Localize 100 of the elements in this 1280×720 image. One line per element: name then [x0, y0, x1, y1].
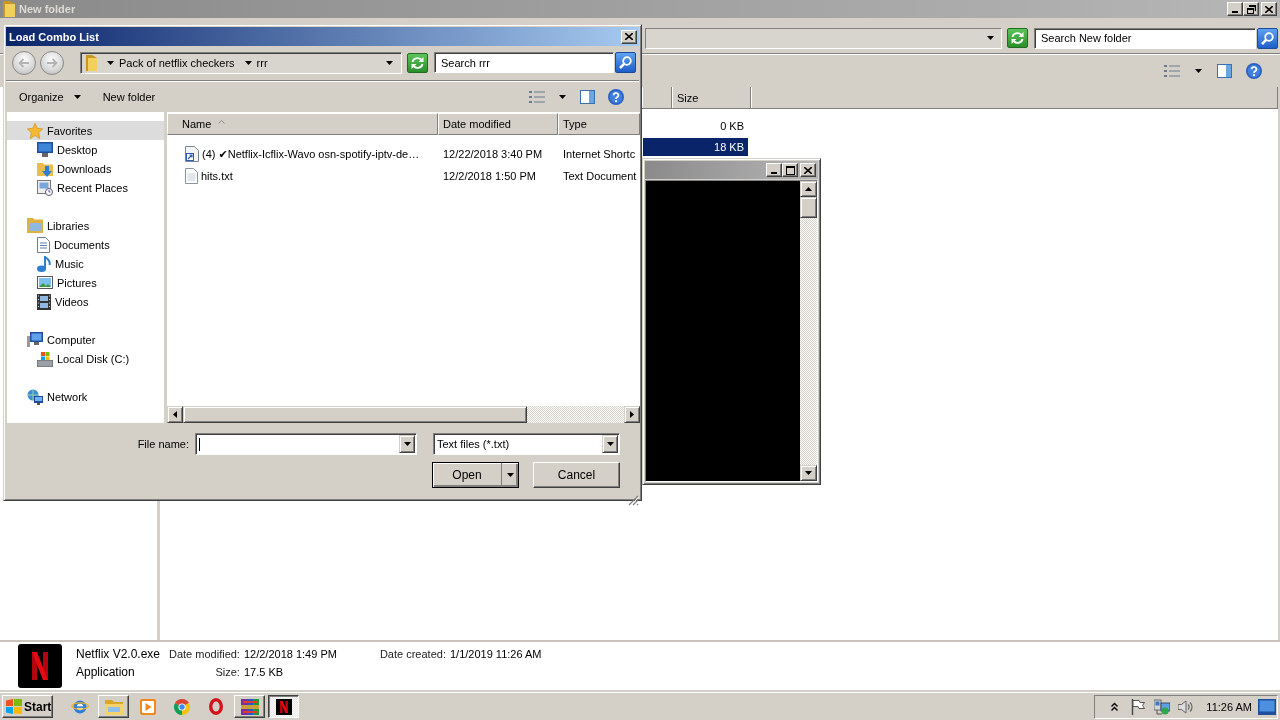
- window-title: New folder: [19, 3, 76, 15]
- dialog-title: Load Combo List: [9, 30, 99, 43]
- nav-item[interactable]: Computer: [7, 330, 164, 349]
- list-view-icon: [529, 91, 545, 103]
- file-row[interactable]: hits.txt 12/2/2018 1:50 PM Text Document: [167, 166, 640, 186]
- toolbar-button[interactable]: New folder: [99, 86, 159, 108]
- column-header[interactable]: [642, 87, 672, 108]
- caret-icon[interactable]: [386, 60, 393, 65]
- preview-pane-icon: [580, 90, 595, 104]
- preview-pane-icon: [1217, 64, 1232, 78]
- dropdown-button[interactable]: [399, 435, 415, 453]
- search-field[interactable]: Search rrr: [434, 52, 614, 73]
- film-strip-icon: [37, 293, 51, 310]
- nav-item[interactable]: Desktop: [7, 140, 164, 159]
- scrollbar-thumb[interactable]: [183, 406, 527, 423]
- nav-item[interactable]: Pictures: [7, 273, 164, 292]
- app-logo-icon: [275, 698, 292, 715]
- search-icon: [619, 56, 632, 69]
- scroll-up-button[interactable]: [800, 181, 817, 197]
- monitor-icon: [37, 142, 53, 157]
- date-cell-text: 12/22/2018 3:40 PM: [442, 148, 544, 160]
- start-button[interactable]: Start: [2, 695, 53, 718]
- scrollbar-thumb[interactable]: [800, 197, 817, 218]
- close-button[interactable]: [621, 29, 637, 44]
- shortcut-file-icon: [185, 146, 199, 162]
- minimize-button[interactable]: [1227, 2, 1243, 16]
- document-icon: [37, 236, 50, 253]
- minimize-icon: [771, 172, 777, 174]
- caret-icon: [1195, 69, 1202, 73]
- minimize-button[interactable]: [766, 163, 782, 177]
- address-bar[interactable]: [645, 27, 1002, 49]
- nav-item[interactable]: Downloads: [7, 159, 164, 178]
- size-cell[interactable]: 0 KB: [643, 117, 748, 135]
- refresh-button[interactable]: [407, 52, 428, 73]
- resize-grip-icon[interactable]: [628, 495, 639, 506]
- cancel-button[interactable]: Cancel: [533, 462, 620, 488]
- star-icon: [27, 122, 43, 139]
- window-clock-icon: [37, 179, 53, 196]
- help-icon: [1246, 63, 1262, 79]
- network-monitor-icon: [1154, 698, 1171, 715]
- tiles-logo-icon: [6, 699, 22, 714]
- property-value: 17.5 KB: [243, 665, 284, 679]
- column-header[interactable]: Date modified: [438, 113, 558, 135]
- file-type: Application: [76, 665, 135, 679]
- caret-icon[interactable]: [244, 60, 252, 65]
- refresh-button[interactable]: [1007, 28, 1028, 48]
- file-row[interactable]: (4) ✔Netflix-Icflix-Wavo osn-spotify-iptv-de… 12/22/2018 3:40 PM Internet Shortc: [167, 144, 640, 164]
- caret-icon: [987, 36, 994, 40]
- nav-item[interactable]: Recent Places: [7, 178, 164, 197]
- file-name: Netflix V2.0.exe: [76, 647, 161, 661]
- file-name-cell: hits.txt: [201, 170, 233, 182]
- right-arrow-icon: [46, 57, 58, 68]
- nav-item[interactable]: Local Disk (C:): [7, 349, 164, 368]
- computer-icon: [27, 332, 43, 347]
- column-header[interactable]: Name: [167, 113, 438, 135]
- close-icon: [625, 33, 633, 40]
- vertical-scrollbar[interactable]: [800, 181, 817, 481]
- taskbar-app-button[interactable]: [268, 695, 299, 718]
- restore-icon: [1246, 4, 1256, 14]
- open-button[interactable]: Open: [432, 462, 519, 488]
- speaker-icon: [1178, 699, 1195, 714]
- close-button[interactable]: [1261, 2, 1277, 16]
- nav-item[interactable]: Music: [7, 254, 164, 273]
- horizontal-scrollbar[interactable]: [167, 406, 640, 423]
- size-cell[interactable]: 18 KB: [643, 138, 748, 156]
- maximize-button[interactable]: [782, 163, 798, 177]
- nav-item[interactable]: Favorites: [7, 121, 164, 140]
- scroll-right-button[interactable]: [624, 406, 640, 423]
- picture-icon: [37, 276, 53, 289]
- search-button[interactable]: [615, 52, 636, 73]
- caret-icon[interactable]: [107, 60, 114, 65]
- dropdown-button[interactable]: [602, 435, 618, 453]
- help-icon: [608, 89, 624, 105]
- clock[interactable]: 11:26 AM: [1206, 700, 1252, 713]
- scroll-down-button[interactable]: [800, 465, 817, 481]
- search-icon: [1261, 31, 1274, 45]
- minimize-icon: [1232, 11, 1238, 13]
- text-file-icon: [185, 168, 198, 184]
- nav-item[interactable]: Libraries: [7, 216, 164, 235]
- nav-item[interactable]: Videos: [7, 292, 164, 311]
- wheel-icon: [173, 698, 190, 715]
- restore-button[interactable]: [1243, 2, 1259, 16]
- file-type-dropdown[interactable]: Text files (*.txt): [433, 433, 620, 455]
- caret-icon: [403, 442, 411, 446]
- breadcrumb-item[interactable]: rrr: [256, 56, 268, 69]
- column-header[interactable]: Size: [672, 87, 751, 108]
- scroll-left-button[interactable]: [167, 406, 183, 423]
- menu-button[interactable]: Organize: [16, 86, 84, 108]
- caret-icon: [506, 473, 514, 477]
- address-bar[interactable]: Pack of netflix checkers rrr: [80, 51, 402, 74]
- refresh-icon: [1011, 32, 1024, 44]
- nav-item[interactable]: Documents: [7, 235, 164, 254]
- file-name-field[interactable]: [195, 433, 417, 455]
- column-header[interactable]: Type: [558, 113, 640, 135]
- nav-item[interactable]: Network: [7, 387, 164, 406]
- search-field[interactable]: Search New folder: [1034, 27, 1256, 49]
- close-button[interactable]: [800, 163, 816, 177]
- search-button[interactable]: [1257, 27, 1278, 49]
- show-desktop-button[interactable]: [1257, 696, 1277, 717]
- breadcrumb-item[interactable]: Pack of netflix checkers: [119, 56, 235, 69]
